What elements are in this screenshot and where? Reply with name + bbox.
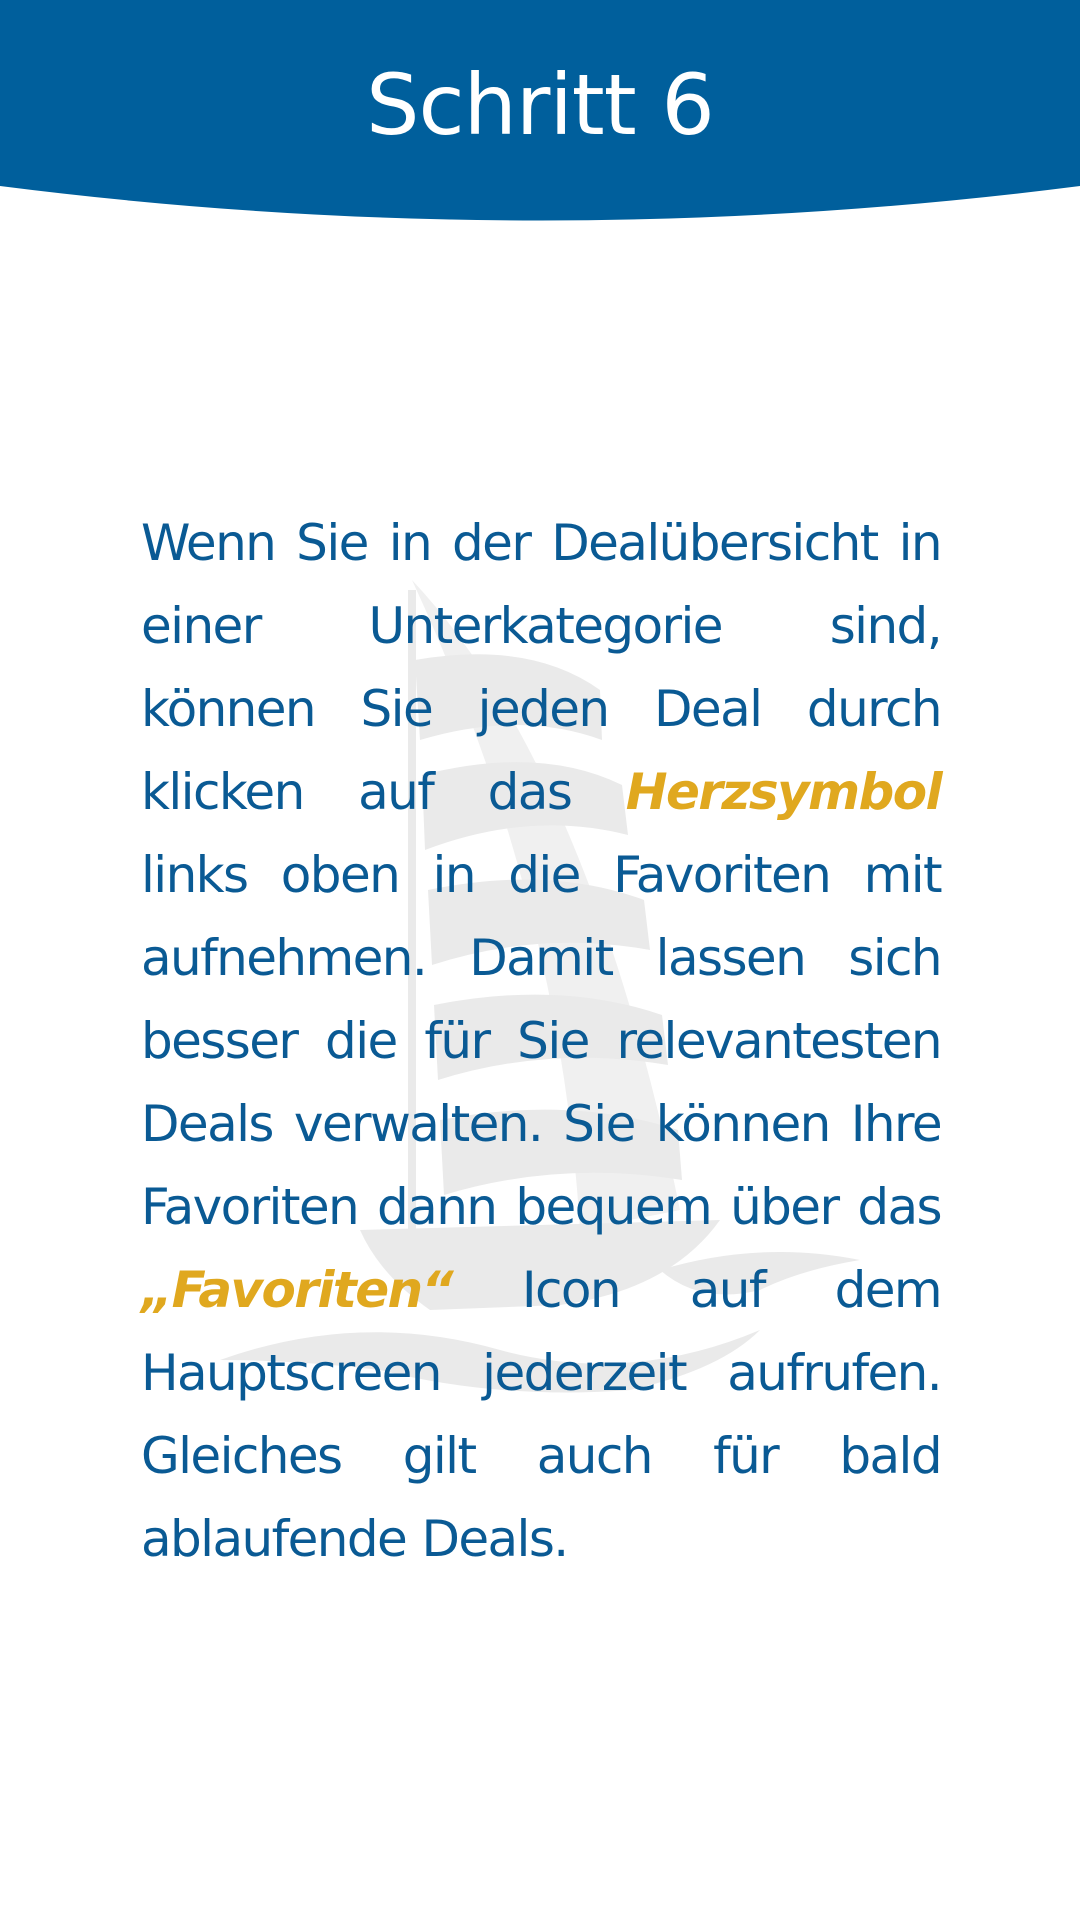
heart-symbol-highlight: Herzsymbol xyxy=(625,763,943,821)
instruction-screen: Schritt 6 Wenn Sie in der Dealübersicht … xyxy=(0,0,1080,1920)
favorites-highlight: „Favoriten“ xyxy=(141,1261,454,1319)
page-title: Schritt 6 xyxy=(366,56,715,154)
header-banner: Schritt 6 xyxy=(0,0,1080,230)
text-part-2: links oben in die Favoriten mit aufnehme… xyxy=(141,846,943,1236)
instruction-text: Wenn Sie in der Dealübersicht in einer U… xyxy=(141,502,943,1581)
